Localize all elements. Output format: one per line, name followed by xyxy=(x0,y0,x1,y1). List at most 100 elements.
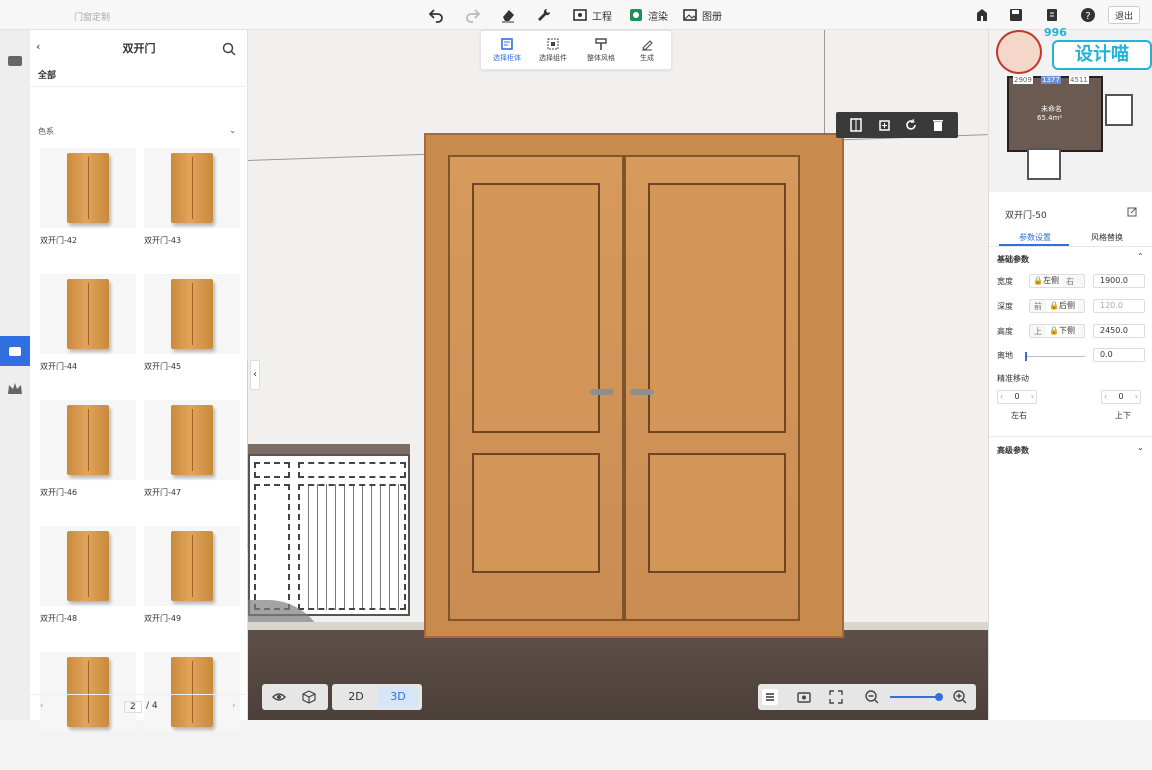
width-seg-left[interactable]: 🔒左侧 xyxy=(1030,275,1062,287)
ground-input[interactable]: 0.0 xyxy=(1093,348,1145,362)
door-card[interactable]: 双开门-44 xyxy=(36,274,136,392)
tab-style[interactable]: 风格替换 xyxy=(1091,232,1123,243)
album-button[interactable]: 图册 xyxy=(682,5,722,25)
door-card-label: 双开门-42 xyxy=(40,236,78,245)
divider xyxy=(989,436,1152,437)
door-card[interactable]: 双开门-46 xyxy=(36,400,136,518)
project-icon xyxy=(573,9,587,21)
camera-settings-icon[interactable] xyxy=(796,689,812,705)
render-button[interactable]: 渲染 xyxy=(628,5,668,25)
ground-slider[interactable] xyxy=(1025,352,1085,361)
home-button[interactable] xyxy=(974,5,990,25)
material-icon[interactable] xyxy=(6,52,24,70)
door-preview xyxy=(67,405,109,475)
export-icon xyxy=(1047,9,1057,21)
door-thumbnail xyxy=(40,652,136,732)
cabinet-icon xyxy=(9,347,21,356)
category-all[interactable]: 全部 xyxy=(38,68,56,81)
crown-icon[interactable] xyxy=(6,380,24,398)
height-input[interactable]: 2450.0 xyxy=(1093,324,1145,338)
width-input[interactable]: 1900.0 xyxy=(1093,274,1145,288)
divider xyxy=(30,86,248,87)
double-door[interactable] xyxy=(424,133,844,638)
minimap-dim-right: 4511 xyxy=(1069,76,1089,84)
door-card[interactable]: 双开门-47 xyxy=(140,400,240,518)
door-leaf-left xyxy=(448,155,624,621)
door-card[interactable]: 双开门-45 xyxy=(140,274,240,392)
edit-icon[interactable] xyxy=(1127,207,1137,217)
help-button[interactable]: ? xyxy=(1080,5,1096,25)
depth-seg-front[interactable]: 前 xyxy=(1030,301,1046,312)
height-anchor-toggle[interactable]: 上 🔒下侧 xyxy=(1029,324,1085,338)
save-button[interactable] xyxy=(1008,5,1024,25)
cabinet-door xyxy=(254,484,290,610)
minimap-dim-left: 2909 xyxy=(1013,76,1033,84)
eye-icon[interactable] xyxy=(272,690,286,704)
list-icon[interactable] xyxy=(762,689,778,705)
undo-button[interactable] xyxy=(428,5,444,25)
width-seg-right[interactable]: 右 xyxy=(1062,276,1078,287)
tab-params[interactable]: 参数设置 xyxy=(1019,232,1051,243)
properties-panel: 2909 1377 4511 未命名 65.4m² 双开门-50 参数设置 风格… xyxy=(988,30,1152,720)
mode-generate[interactable]: 生成 xyxy=(625,37,669,63)
exit-button[interactable]: 退出 xyxy=(1108,6,1140,24)
height-seg-bottom[interactable]: 🔒下侧 xyxy=(1046,325,1078,337)
view-3d-button[interactable]: 3D xyxy=(378,687,418,707)
door-card[interactable]: 双开门-48 xyxy=(36,526,136,644)
minimap-room-area: 65.4m² xyxy=(1037,114,1063,122)
duplicate-icon[interactable] xyxy=(876,117,892,133)
door-handle xyxy=(590,389,614,395)
white-cabinet[interactable] xyxy=(248,454,410,616)
object-name: 双开门-50 xyxy=(1005,211,1047,221)
zoom-in-icon[interactable] xyxy=(952,689,968,705)
view-2d-button[interactable]: 2D xyxy=(336,687,376,707)
rotate-icon[interactable] xyxy=(903,117,919,133)
tools-button[interactable] xyxy=(536,5,552,25)
width-anchor-toggle[interactable]: 🔒左侧 右 xyxy=(1029,274,1085,288)
color-filter-select[interactable]: 色系 ⌄ xyxy=(38,126,240,140)
search-icon[interactable] xyxy=(222,42,236,56)
catalog-panel: ‹ 双开门 全部 色系 ⌄ 双开门-42 双开门-43 双开门-44 双开门-45 双开… xyxy=(30,30,250,732)
eraser-button[interactable] xyxy=(500,5,516,25)
fit-view-icon[interactable] xyxy=(828,689,844,705)
door-swap-icon[interactable] xyxy=(848,117,864,133)
door-card[interactable]: 双开门-43 xyxy=(140,148,240,266)
zoom-slider-handle[interactable] xyxy=(935,693,944,701)
door-preview xyxy=(171,153,213,223)
depth-anchor-toggle[interactable]: 前 🔒后侧 xyxy=(1029,299,1085,313)
ud-stepper[interactable]: ‹ 0 › xyxy=(1101,390,1141,404)
height-seg-top[interactable]: 上 xyxy=(1030,326,1046,337)
page-current-input[interactable]: 2 xyxy=(124,701,142,713)
zoom-slider[interactable] xyxy=(890,693,944,701)
next-page-button[interactable]: › xyxy=(232,701,236,711)
prev-page-button[interactable]: ‹ xyxy=(40,701,44,711)
svg-text:?: ? xyxy=(1085,11,1090,22)
door-card-label: 双开门-47 xyxy=(144,488,182,497)
cube-icon[interactable] xyxy=(302,690,316,704)
export-button[interactable] xyxy=(1044,5,1060,25)
ground-slider-handle[interactable] xyxy=(1025,352,1027,361)
project-button[interactable]: 工程 xyxy=(572,5,612,25)
cabinet-drawer xyxy=(254,462,290,478)
door-leaf-right xyxy=(624,155,800,621)
mode-overall-style[interactable]: 整体风格 xyxy=(579,37,623,63)
redo-button[interactable] xyxy=(465,5,481,25)
chevron-down-icon[interactable]: ⌄ xyxy=(1137,443,1144,452)
divider xyxy=(989,246,1152,247)
depth-seg-back[interactable]: 🔒后侧 xyxy=(1046,300,1078,312)
door-card[interactable]: 双开门-42 xyxy=(36,148,136,266)
lr-stepper[interactable]: ‹ 0 › xyxy=(997,390,1037,404)
delete-icon[interactable] xyxy=(930,117,946,133)
top-toolbar: 门窗定制 工程 渲染 图册 ? 退出 xyxy=(0,0,1152,30)
mode-select-cabinet[interactable]: 选择柜体 xyxy=(485,37,529,63)
rail-item-active[interactable] xyxy=(0,336,30,366)
zoom-slider-fill xyxy=(890,696,940,698)
door-thumbnail xyxy=(40,400,136,480)
chevron-up-icon[interactable]: ⌃ xyxy=(1137,252,1144,261)
mode-select-component[interactable]: 选择组件 xyxy=(531,37,575,63)
zoom-out-icon[interactable] xyxy=(864,689,880,705)
collapse-panel-toggle[interactable]: ‹ xyxy=(250,360,260,390)
depth-input[interactable]: 120.0 xyxy=(1093,299,1145,313)
door-card[interactable]: 双开门-49 xyxy=(140,526,240,644)
cabinet-drawer xyxy=(298,462,406,478)
